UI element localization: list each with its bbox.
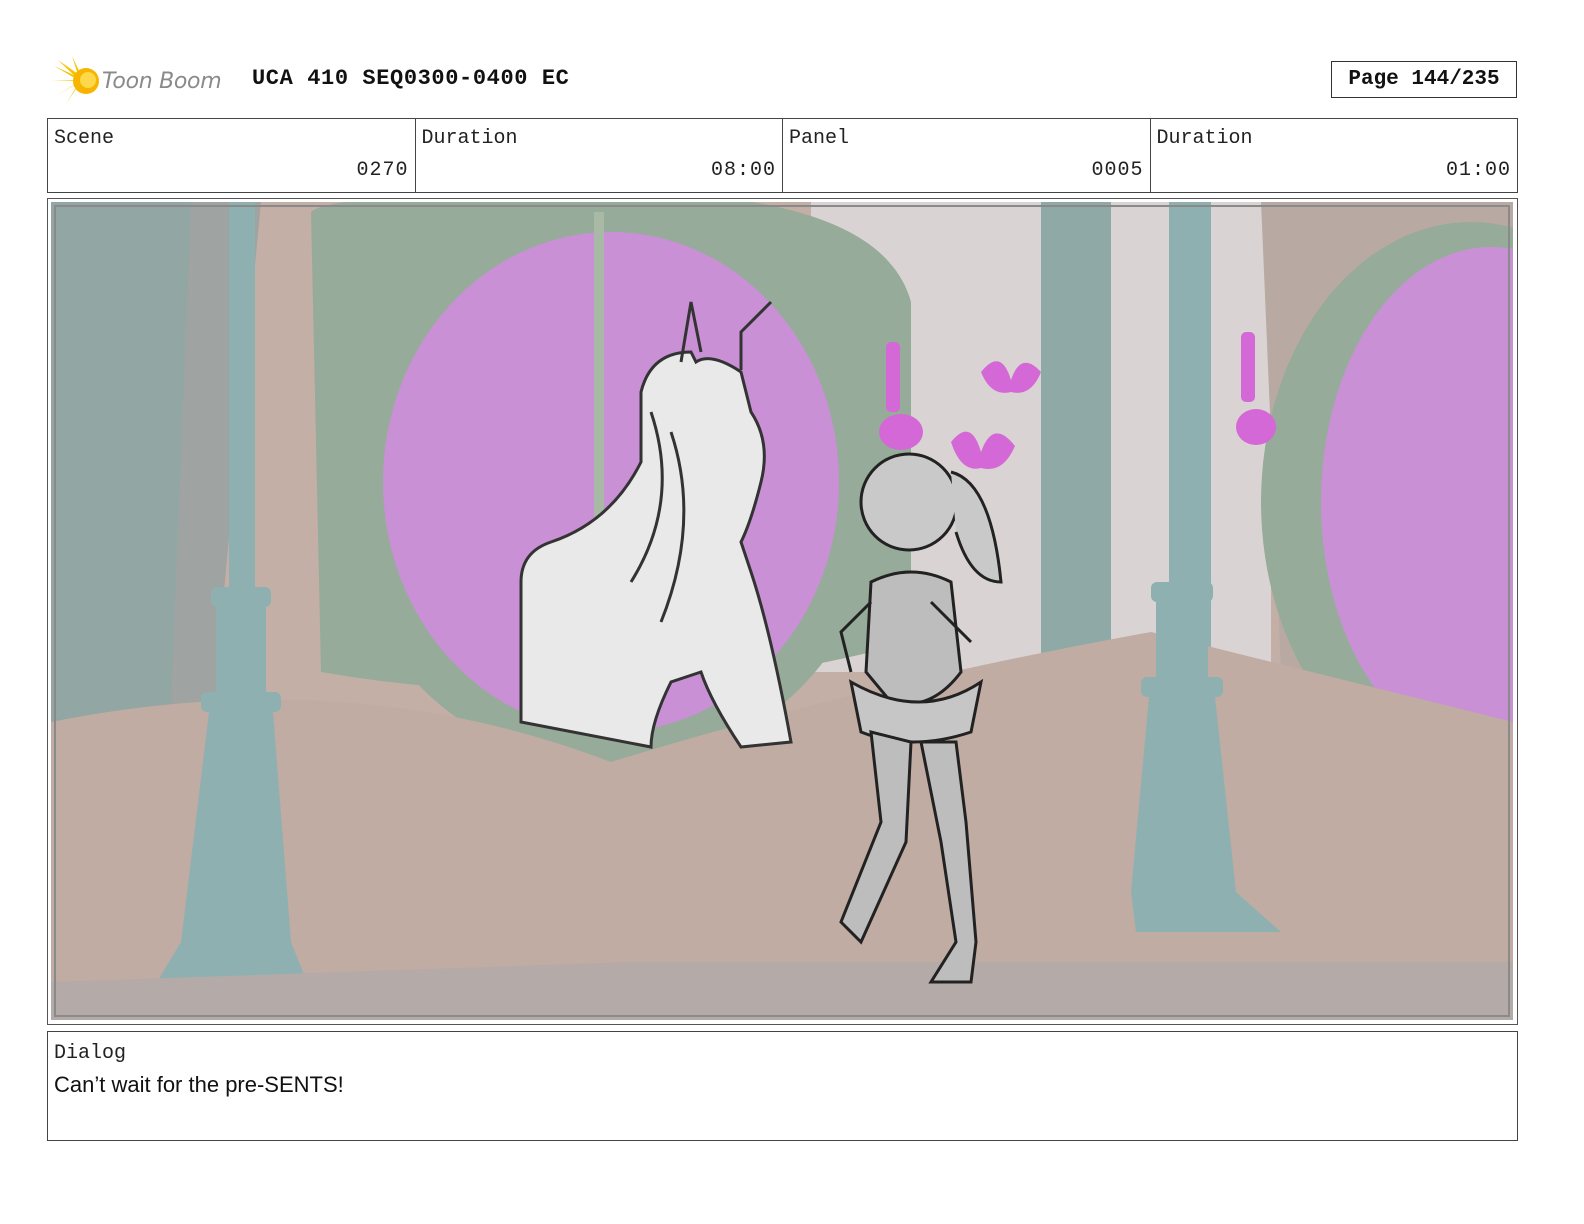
panel-label: Panel [789,127,850,150]
dialog-box: Dialog Can’t wait for the pre-SENTS! [47,1031,1518,1141]
panel-value: 0005 [1091,159,1144,182]
panel-cell: Panel 0005 [783,119,1151,192]
panel-duration-label: Duration [1156,127,1253,150]
scene-info-table: Scene 0270 Duration 08:00 Panel 0005 Dur… [47,118,1518,193]
toon-boom-logo: Toon Boom [52,56,242,106]
toon-boom-burst-icon [52,56,99,104]
scene-label: Scene [54,127,115,150]
panel-artwork [51,202,1513,1020]
document-title: UCA 410 SEQ0300-0400 EC [252,66,570,91]
page-number: Page 144/235 [1331,61,1517,98]
scene-duration-label: Duration [421,127,518,150]
panel-duration-cell: Duration 01:00 [1151,119,1518,192]
scene-cell: Scene 0270 [48,119,416,192]
dialog-label: Dialog [54,1042,127,1065]
panel-duration-value: 01:00 [1445,159,1511,182]
logo-wordmark: Toon Boom [102,68,222,94]
dialog-text: Can’t wait for the pre-SENTS! [54,1072,344,1097]
storyboard-panel [47,198,1518,1025]
scene-value: 0270 [356,159,409,182]
scene-duration-value: 08:00 [710,159,776,182]
scene-duration-cell: Duration 08:00 [416,119,783,192]
